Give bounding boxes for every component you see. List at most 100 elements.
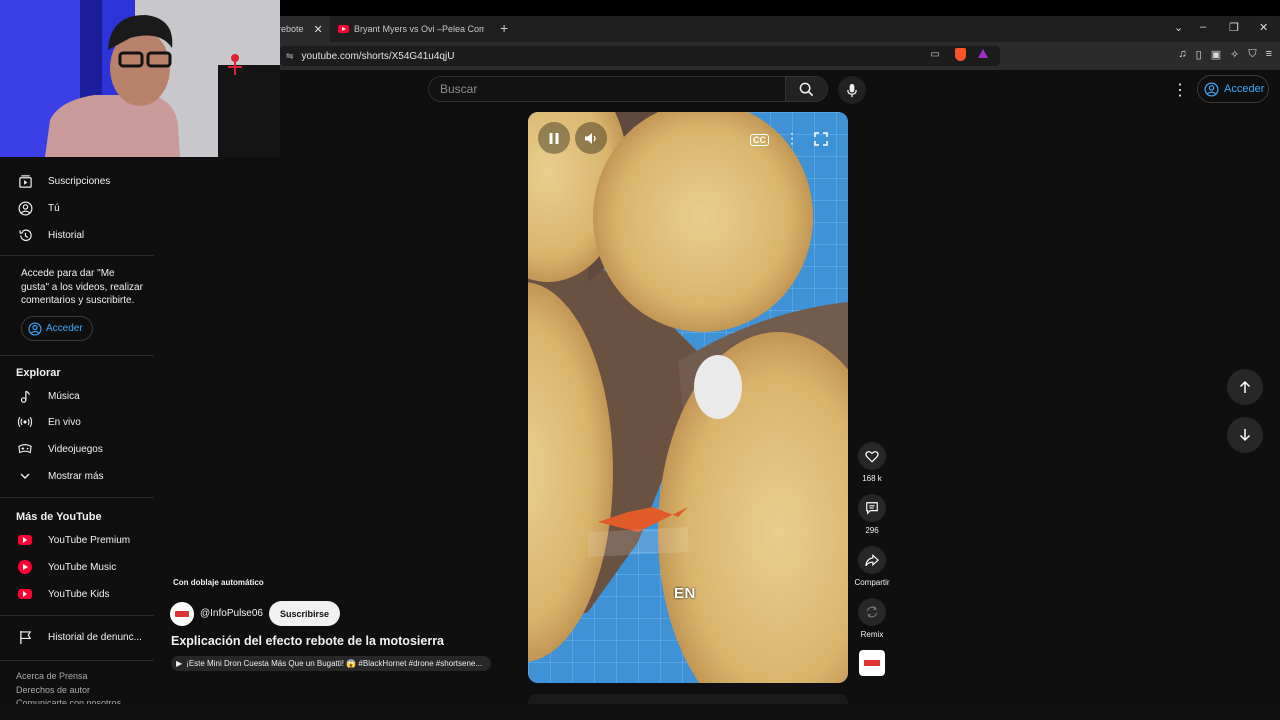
search-button[interactable] [785, 77, 827, 101]
site-info-icon[interactable]: ⇋ [286, 51, 294, 62]
caption-language-badge: EN [674, 585, 696, 602]
next-short-button[interactable] [1227, 417, 1263, 453]
microphone-icon [847, 83, 857, 97]
sidebar-show-more[interactable]: Mostrar más [0, 463, 154, 489]
search-icon [799, 82, 814, 96]
sidebar-item-label: Tú [48, 202, 60, 214]
comment-icon [866, 502, 878, 515]
explore-heading: Explorar [16, 367, 61, 379]
sidebar-item-label: YouTube Premium [48, 534, 131, 546]
sidebar-item-youtube-kids[interactable]: YouTube Kids [0, 581, 154, 607]
maximize-icon[interactable]: ❐ [1229, 21, 1239, 34]
sign-in-button[interactable]: Acceder [1197, 75, 1269, 103]
sidebar-item-music[interactable]: Música [0, 383, 154, 409]
settings-kebab-icon[interactable]: ⋮ [1172, 80, 1188, 100]
volume-icon [585, 132, 596, 144]
subscribe-button[interactable]: Suscribirse [268, 601, 340, 626]
sidebar-item-subscriptions[interactable]: Suscripciones [0, 168, 154, 194]
sound-action [850, 650, 894, 676]
comment-action: 296 [850, 494, 894, 535]
new-tab-icon[interactable]: + [500, 20, 508, 36]
brave-rewards-icon[interactable] [978, 47, 988, 61]
account-circle-icon [28, 321, 42, 336]
more-options-icon[interactable]: ⋮ [785, 130, 799, 147]
footer-copyright[interactable]: Derechos de autor [16, 684, 121, 698]
brave-shield-icon[interactable] [955, 48, 966, 64]
sidebar-item-label: Historial de denunc... [48, 631, 142, 643]
comments-button[interactable] [858, 494, 886, 522]
wallet-icon[interactable]: ▣ [1211, 48, 1221, 61]
share-button[interactable] [858, 546, 886, 574]
suggested-video-link[interactable]: ▶ ¡Este Mini Dron Cuesta Más Que un Buga… [171, 656, 491, 671]
sound-thumbnail[interactable] [859, 650, 885, 676]
remix-button[interactable] [858, 598, 886, 626]
account-icon [16, 199, 34, 217]
tab-bryant-myers[interactable]: Bryant Myers vs Ovi –Pelea Completa [332, 16, 492, 42]
previous-short-button[interactable] [1227, 369, 1263, 405]
sign-in-label: Acceder [1224, 83, 1265, 95]
pause-button[interactable] [538, 122, 570, 154]
sidebar-item-gaming[interactable]: Videojuegos [0, 436, 154, 462]
media-icon[interactable]: ♫ [1178, 48, 1186, 61]
flag-icon [16, 628, 34, 646]
like-count: 168 k [862, 474, 882, 483]
next-short-peek [528, 694, 848, 704]
music-note-icon [16, 387, 34, 405]
pause-icon [549, 132, 559, 144]
sidebar-item-you[interactable]: Tú [0, 195, 154, 221]
youtube-premium-icon [16, 531, 34, 549]
sidebar-item-label: Mostrar más [48, 470, 104, 482]
suggested-video-title: ¡Este Mini Dron Cuesta Más Que un Bugatt… [186, 659, 483, 668]
sidebar-sign-in-label: Acceder [46, 323, 83, 334]
url-field[interactable]: ⇋ youtube.com/shorts/X54G41u4qjU ▭ [280, 46, 1000, 66]
chevron-down-icon [16, 467, 34, 485]
tab-search-chevron-icon[interactable]: ⌄ [1174, 21, 1183, 34]
channel-avatar[interactable] [170, 601, 194, 626]
remix-icon [867, 606, 877, 618]
sidebar-item-live[interactable]: En vivo [0, 409, 154, 435]
sidebar-item-label: Música [48, 390, 80, 402]
close-window-icon[interactable]: ✕ [1259, 21, 1268, 34]
sidebar-toggle-icon[interactable]: ▯ [1196, 48, 1202, 61]
sign-in-prompt: Accede para dar "Me gusta" a los videos,… [21, 268, 143, 306]
sidebar-divider [0, 255, 154, 256]
sidebar-item-youtube-premium[interactable]: YouTube Premium [0, 527, 154, 553]
play-icon: ▶ [176, 659, 183, 668]
closed-captions-icon[interactable]: CC [750, 134, 769, 146]
minimize-icon[interactable]: – [1200, 21, 1206, 33]
like-button[interactable] [858, 442, 886, 470]
vpn-icon[interactable]: ⛉ [1248, 48, 1256, 61]
search-input[interactable] [429, 77, 785, 101]
close-tab-icon[interactable]: ✕ [314, 23, 323, 36]
share-icon [865, 553, 879, 566]
footer-contact[interactable]: Comunicarte con nosotros [16, 697, 121, 704]
leo-ai-icon[interactable]: ✧ [1230, 48, 1239, 61]
youtube-page: ⋮ Acceder Suscripciones Tú Historial Acc… [0, 70, 1280, 704]
sidebar-item-youtube-music[interactable]: YouTube Music [0, 554, 154, 580]
arrow-down-icon [1239, 429, 1251, 442]
voice-search-button[interactable] [838, 76, 866, 104]
sidebar-item-history[interactable]: Historial [0, 222, 154, 248]
fullscreen-icon[interactable] [814, 132, 828, 146]
sidebar-item-label: Historial [48, 229, 85, 241]
gaming-icon [16, 440, 34, 458]
footer-about-press[interactable]: Acerca de Prensa [16, 670, 121, 684]
sidebar-divider [0, 355, 154, 356]
account-circle-icon [1204, 82, 1219, 96]
video-title[interactable]: Explicación del efecto rebote de la moto… [171, 634, 444, 648]
sidebar-sign-in-button[interactable]: Acceder [21, 316, 93, 341]
tab-2-title: Bryant Myers vs Ovi –Pelea Completa [354, 24, 484, 34]
channel-row: @InfoPulse06 Suscribirse [170, 601, 340, 626]
menu-icon[interactable]: ≡ [1266, 48, 1272, 61]
live-icon [16, 413, 34, 431]
sidebar-item-label: YouTube Music [48, 561, 117, 573]
sidebar-item-label: En vivo [48, 416, 81, 428]
webcam-overlay [0, 0, 280, 157]
channel-name[interactable]: @InfoPulse06 [200, 608, 263, 619]
shorts-video-player[interactable]: CC ⋮ EN [528, 112, 848, 683]
cast-icon[interactable]: ▭ [931, 49, 940, 60]
volume-button[interactable] [575, 122, 607, 154]
sidebar-item-label: Suscripciones [48, 175, 111, 187]
remix-action: Remix [850, 598, 894, 639]
sidebar-item-report-history[interactable]: Historial de denunc... [0, 624, 154, 650]
